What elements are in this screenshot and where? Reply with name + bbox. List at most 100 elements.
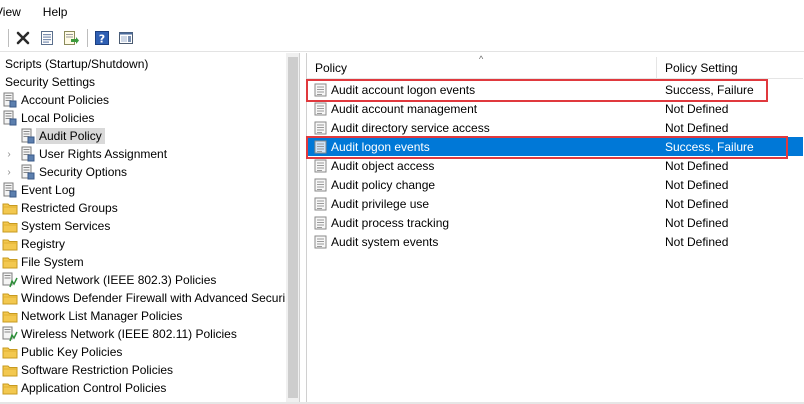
table-row[interactable]: Audit policy change Not Defined bbox=[307, 175, 803, 194]
tree-item[interactable]: Windows Defender Firewall with Advanced … bbox=[0, 289, 286, 307]
policy-setting-value: Success, Failure bbox=[665, 139, 754, 154]
tree-item[interactable]: Scripts (Startup/Shutdown) bbox=[0, 55, 286, 73]
table-row[interactable]: Audit account management Not Defined bbox=[307, 99, 803, 118]
policy-setting-value: Not Defined bbox=[665, 177, 729, 192]
network-icon bbox=[2, 326, 18, 342]
table-row[interactable]: Audit directory service access Not Define… bbox=[307, 118, 803, 137]
navigation-tree: Scripts (Startup/Shutdown) Security Setti… bbox=[0, 55, 286, 397]
tree-item-label: File System bbox=[21, 255, 84, 269]
list-header: Policy ^ Policy Setting bbox=[307, 54, 803, 79]
tree-item-label: Wireless Network (IEEE 802.11) Policies bbox=[21, 327, 237, 341]
tree-item[interactable]: Public Key Policies bbox=[0, 343, 286, 361]
policy-name: Audit policy change bbox=[331, 177, 436, 192]
tree-item[interactable]: Event Log bbox=[0, 181, 286, 199]
policy-setting-value: Success, Failure bbox=[665, 82, 754, 97]
help-button[interactable]: ? bbox=[91, 27, 113, 49]
tree-item-label: System Services bbox=[21, 219, 111, 233]
policy-name: Audit account management bbox=[331, 101, 478, 116]
column-header-policy[interactable]: Policy ^ bbox=[307, 54, 657, 79]
tree-item-label: Scripts (Startup/Shutdown) bbox=[5, 57, 149, 71]
tree-scrollbar-thumb[interactable] bbox=[288, 57, 298, 398]
folder-icon bbox=[2, 293, 18, 305]
policy-name: Audit logon events bbox=[331, 139, 430, 154]
folder-icon bbox=[2, 236, 18, 252]
tree-item[interactable]: File System bbox=[0, 253, 286, 271]
folder-icon bbox=[2, 221, 18, 233]
policy-list-pane: Policy ^ Policy Setting Audit account lo… bbox=[306, 53, 803, 402]
folder-icon bbox=[2, 344, 18, 360]
chevron-right-icon[interactable]: › bbox=[3, 149, 15, 160]
table-row[interactable]: Audit account logon events Success, Failu… bbox=[306, 79, 803, 102]
folder-icon bbox=[2, 257, 18, 269]
policy-setting-icon bbox=[313, 101, 329, 117]
tree-item[interactable]: › Security Options bbox=[0, 163, 286, 181]
menu-help[interactable]: Help bbox=[36, 0, 75, 24]
tree-item[interactable]: Registry bbox=[0, 235, 286, 253]
tree-item[interactable]: System Services bbox=[0, 217, 286, 235]
properties-button[interactable] bbox=[36, 27, 58, 49]
policy-icon bbox=[20, 164, 36, 180]
policy-icon bbox=[21, 146, 35, 162]
show-hide-action-pane-button[interactable] bbox=[115, 27, 137, 49]
policy-name: Audit object access bbox=[331, 158, 435, 173]
policy-name: Audit privilege use bbox=[331, 196, 430, 211]
column-header-policy-setting-label: Policy Setting bbox=[665, 61, 738, 75]
policy-icon bbox=[2, 110, 18, 126]
tree-item[interactable]: › User Rights Assignment bbox=[0, 145, 286, 163]
policy-name: Audit process tracking bbox=[331, 215, 450, 230]
policy-setting-icon bbox=[314, 121, 327, 134]
sort-ascending-icon: ^ bbox=[479, 54, 484, 64]
tree-item[interactable]: Local Policies bbox=[0, 109, 286, 127]
tree-vertical-scrollbar[interactable] bbox=[286, 53, 299, 402]
policy-cell: Audit directory service access bbox=[307, 120, 657, 136]
tree-item[interactable]: Restricted Groups bbox=[0, 199, 286, 217]
folder-icon bbox=[2, 383, 18, 395]
policy-cell: Audit account management bbox=[307, 101, 657, 117]
export-list-button[interactable] bbox=[60, 27, 82, 49]
folder-icon bbox=[2, 203, 18, 215]
tree-item[interactable]: Network List Manager Policies bbox=[0, 307, 286, 325]
policy-setting-icon bbox=[313, 120, 329, 136]
policy-setting-icon bbox=[313, 158, 329, 174]
tree-item[interactable]: Audit Policy bbox=[0, 127, 286, 145]
policy-icon bbox=[21, 164, 35, 180]
policy-setting-icon bbox=[314, 83, 327, 96]
folder-icon bbox=[2, 254, 18, 270]
tree-item[interactable]: Security Settings bbox=[0, 73, 286, 91]
policy-setting-icon bbox=[313, 139, 329, 155]
toolbar-separator bbox=[8, 28, 9, 47]
menu-help-label: Help bbox=[42, 5, 68, 19]
tree-item-label: Security Options bbox=[39, 165, 128, 179]
table-row[interactable]: Audit process tracking Not Defined bbox=[307, 213, 803, 232]
policy-cell: Audit system events bbox=[307, 234, 657, 250]
folder-icon bbox=[2, 290, 18, 306]
tree-item[interactable]: Wired Network (IEEE 802.3) Policies bbox=[0, 271, 286, 289]
menu-bar: View Help bbox=[0, 0, 804, 24]
tree-item-label: Public Key Policies bbox=[21, 345, 123, 359]
menu-view[interactable]: View bbox=[0, 0, 28, 24]
tree-item[interactable]: Wireless Network (IEEE 802.11) Policies bbox=[0, 325, 286, 343]
policy-icon bbox=[3, 182, 17, 198]
tree-item[interactable]: Application Control Policies bbox=[0, 379, 286, 397]
table-row[interactable]: Audit object access Not Defined bbox=[307, 156, 803, 175]
column-header-policy-setting[interactable]: Policy Setting bbox=[657, 57, 803, 79]
policy-cell: Audit policy change bbox=[307, 177, 657, 193]
folder-icon bbox=[2, 200, 18, 216]
tree-item[interactable]: Software Restriction Policies bbox=[0, 361, 286, 379]
svg-text:?: ? bbox=[99, 32, 105, 45]
policy-setting-icon bbox=[313, 177, 329, 193]
table-row[interactable]: Audit system events Not Defined bbox=[307, 232, 803, 251]
table-row[interactable]: Audit privilege use Not Defined bbox=[307, 194, 803, 213]
policy-setting-icon bbox=[313, 215, 329, 231]
policy-setting-value: Not Defined bbox=[665, 196, 729, 211]
delete-button[interactable] bbox=[12, 27, 34, 49]
folder-icon bbox=[2, 218, 18, 234]
network-icon bbox=[2, 272, 18, 288]
chevron-right-icon[interactable]: › bbox=[3, 167, 15, 178]
tree-item-label: Audit Policy bbox=[36, 128, 105, 144]
tree-item-label: Account Policies bbox=[21, 93, 110, 107]
menu-view-label: View bbox=[0, 5, 21, 19]
tree-item-label: Windows Defender Firewall with Advanced … bbox=[21, 291, 286, 305]
tree-item[interactable]: Account Policies bbox=[0, 91, 286, 109]
table-row[interactable]: Audit logon events Success, Failure bbox=[306, 136, 803, 159]
